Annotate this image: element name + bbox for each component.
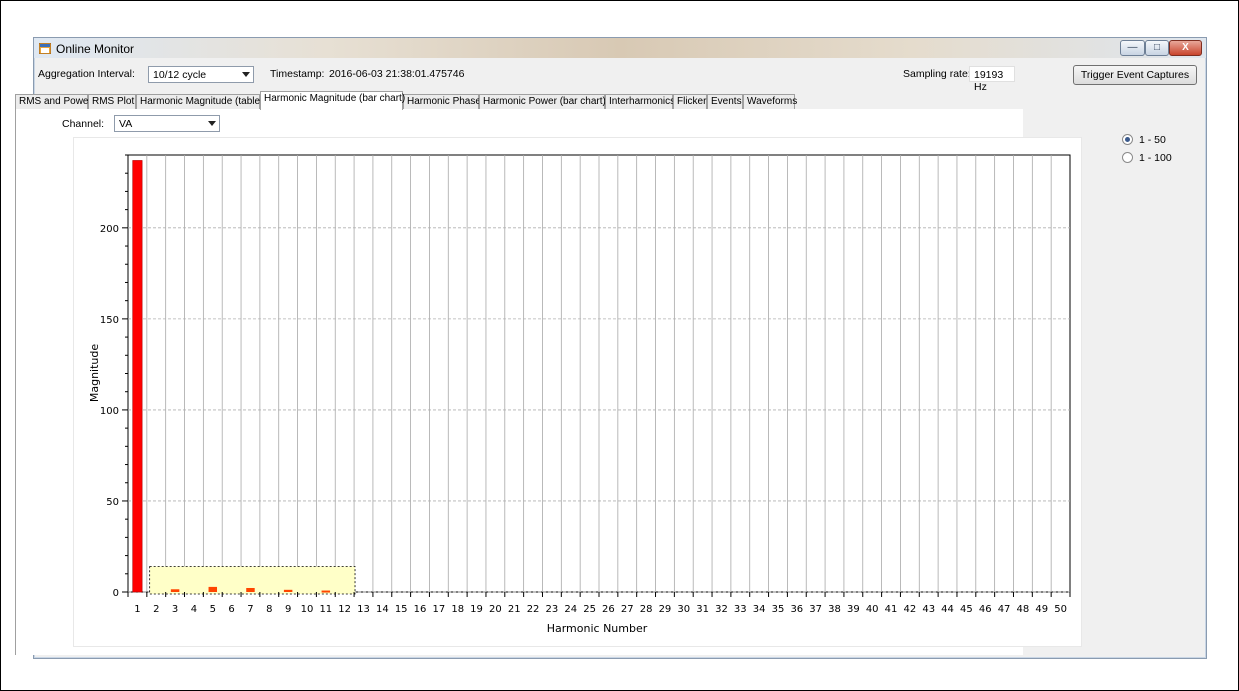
x-tick-label: 32 — [715, 604, 728, 615]
x-tick-label: 49 — [1035, 604, 1048, 615]
x-axis-label: Harmonic Number — [547, 622, 648, 635]
y-axis-label: Magnitude — [88, 344, 101, 403]
x-tick-label: 13 — [357, 604, 370, 615]
x-tick-label: 16 — [414, 604, 427, 615]
x-tick-label: 46 — [979, 604, 992, 615]
x-tick-label: 5 — [210, 604, 216, 615]
x-tick-label: 14 — [376, 604, 389, 615]
x-tick-label: 45 — [960, 604, 973, 615]
chart-grid — [127, 154, 1071, 593]
x-tick-label: 48 — [1017, 604, 1030, 615]
x-tick-label: 17 — [432, 604, 445, 615]
y-tick-label: 200 — [100, 224, 119, 235]
x-tick-label: 18 — [451, 604, 464, 615]
bar-harmonic-1 — [132, 160, 143, 593]
bar-harmonic-9 — [283, 589, 293, 592]
x-tick-label: 20 — [489, 604, 502, 615]
x-tick-label: 31 — [696, 604, 709, 615]
x-tick-label: 28 — [640, 604, 653, 615]
x-tick-label: 34 — [753, 604, 766, 615]
x-tick-label: 9 — [285, 604, 291, 615]
tab-harmonic-magnitude-bar-chart[interactable]: Harmonic Magnitude (bar chart) — [260, 91, 405, 110]
bar-harmonic-5 — [208, 586, 218, 592]
bar-harmonic-11 — [321, 590, 331, 593]
x-tick-label: 21 — [508, 604, 521, 615]
x-tick-label: 24 — [564, 604, 577, 615]
x-tick-label: 2 — [153, 604, 159, 615]
x-tick-label: 25 — [583, 604, 596, 615]
x-tick-label: 29 — [659, 604, 672, 615]
x-tick-label: 4 — [191, 604, 197, 615]
x-tick-label: 36 — [790, 604, 803, 615]
x-tick-label: 47 — [998, 604, 1011, 615]
y-tick-label: 150 — [100, 315, 119, 326]
x-tick-label: 11 — [319, 604, 332, 615]
y-tick-label: 100 — [100, 406, 119, 417]
x-tick-label: 37 — [809, 604, 822, 615]
x-tick-label: 33 — [734, 604, 747, 615]
bar-harmonic-3 — [170, 589, 180, 592]
y-tick-label: 50 — [106, 497, 119, 508]
y-tick-label: 0 — [113, 588, 119, 599]
x-tick-label: 26 — [602, 604, 615, 615]
x-tick-label: 12 — [338, 604, 351, 615]
x-tick-label: 43 — [922, 604, 935, 615]
x-tick-label: 15 — [395, 604, 408, 615]
harmonic-magnitude-chart[interactable]: 0501001502001 2 3 4 5 6 7 8 9 10 11 12 13 14 15 16 17 18 1… — [0, 0, 1239, 691]
x-tick-label: 8 — [266, 604, 272, 615]
x-tick-label: 1 — [134, 604, 140, 615]
x-tick-label: 41 — [885, 604, 898, 615]
x-tick-label: 23 — [546, 604, 559, 615]
x-tick-label: 6 — [228, 604, 234, 615]
x-tick-label: 50 — [1054, 604, 1067, 615]
x-tick-label: 3 — [172, 604, 178, 615]
x-tick-label: 44 — [941, 604, 954, 615]
x-tick-label: 42 — [903, 604, 916, 615]
bar-harmonic-7 — [246, 587, 255, 592]
x-tick-label: 35 — [772, 604, 785, 615]
x-tick-label: 22 — [527, 604, 540, 615]
x-tick-label: 30 — [677, 604, 690, 615]
x-tick-label: 7 — [247, 604, 253, 615]
x-tick-label: 39 — [847, 604, 860, 615]
x-tick-label: 10 — [301, 604, 314, 615]
x-tick-label: 38 — [828, 604, 841, 615]
x-tick-label: 19 — [470, 604, 483, 615]
x-tick-label: 40 — [866, 604, 879, 615]
x-tick-label: 27 — [621, 604, 634, 615]
